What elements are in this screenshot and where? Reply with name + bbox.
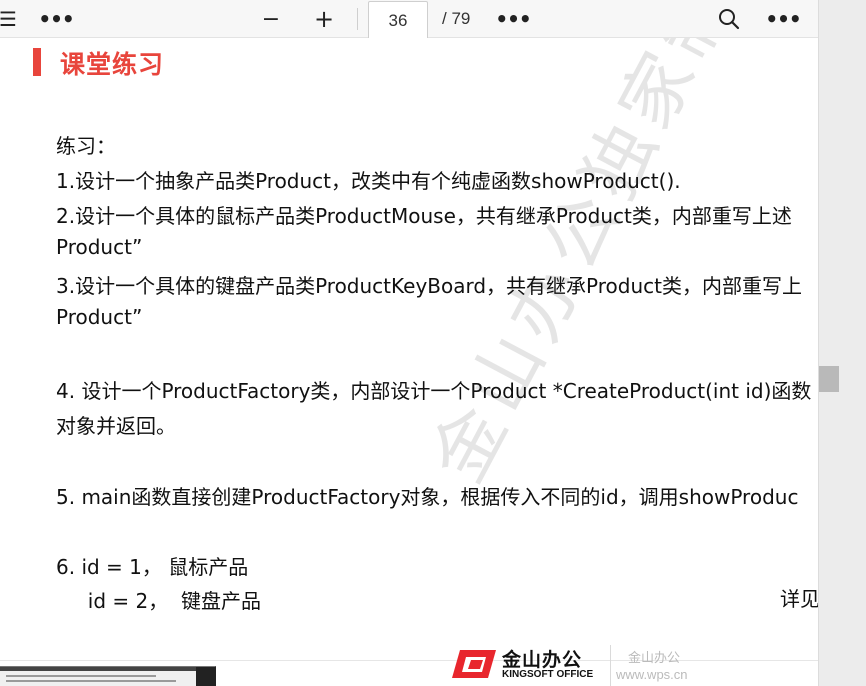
menu-icon[interactable]: ☰ — [0, 0, 17, 38]
footer-divider — [0, 660, 818, 661]
watermark: 金山办公独家制作 — [415, 38, 790, 496]
page-number-input[interactable]: 36 — [368, 1, 428, 40]
zoom-in-button[interactable]: + — [310, 0, 338, 38]
brand-name-en: KINGSOFT OFFICE — [502, 669, 594, 680]
exercise-line-6-cont: id = 2， 键盘产品 — [56, 589, 261, 613]
thumbnail-dark-block — [196, 667, 216, 686]
document-page: 课堂练习 金山办公独家制作 练习： 1.设计一个抽象产品类Product，改类中… — [0, 38, 818, 686]
window-thumbnail[interactable] — [0, 666, 216, 686]
scrollbar-thumb[interactable] — [819, 366, 839, 392]
exercise-line-4: 4. 设计一个ProductFactory类，内部设计一个Product *Cr… — [56, 379, 812, 403]
page-total-label: / 79 — [442, 9, 471, 28]
exercise-line-2-cont: Product” — [56, 235, 143, 259]
exercise-line-6: 6. id = 1， 鼠标产品 — [56, 555, 249, 579]
zoom-out-button[interactable]: − — [258, 0, 284, 38]
exercise-heading: 练习： — [56, 134, 116, 158]
exercise-line-3-cont: Product” — [56, 305, 143, 329]
more-options-right-icon[interactable]: ••• — [765, 0, 801, 38]
exercise-line-1: 1.设计一个抽象产品类Product，改类中有个纯虚函数showProduct(… — [56, 169, 681, 193]
brand-name-cn-small: 金山办公 — [628, 651, 681, 666]
thumbnail-titlebar — [0, 667, 216, 671]
more-options-left-icon[interactable]: ••• — [38, 0, 74, 38]
search-icon[interactable] — [714, 0, 744, 38]
more-options-page-icon[interactable]: ••• — [495, 0, 531, 38]
brand-url: www.wps.cn — [616, 667, 688, 682]
thumbnail-line — [6, 675, 156, 677]
vertical-scrollbar[interactable] — [818, 0, 866, 686]
brand-divider — [610, 645, 611, 686]
section-title: 课堂练习 — [60, 50, 165, 79]
toolbar-divider — [357, 8, 358, 30]
exercise-line-4-cont: 对象并返回。 — [56, 414, 176, 438]
viewer-toolbar: ☰ ••• − + 36 / 79 ••• ••• — [0, 0, 818, 40]
exercise-line-3: 3.设计一个具体的键盘产品类ProductKeyBoard，共有继承Produc… — [56, 274, 802, 298]
section-accent-bar — [33, 48, 41, 76]
thumbnail-line — [6, 680, 176, 682]
kingsoft-logo-icon — [452, 650, 496, 678]
exercise-line-5: 5. main函数直接创建ProductFactory对象，根据传入不同的id，… — [56, 485, 799, 509]
exercise-line-2: 2.设计一个具体的鼠标产品类ProductMouse，共有继承Product类，… — [56, 204, 792, 228]
detail-link[interactable]: 详见 — [780, 583, 818, 612]
brand-name-cn: 金山办公 — [502, 649, 583, 671]
